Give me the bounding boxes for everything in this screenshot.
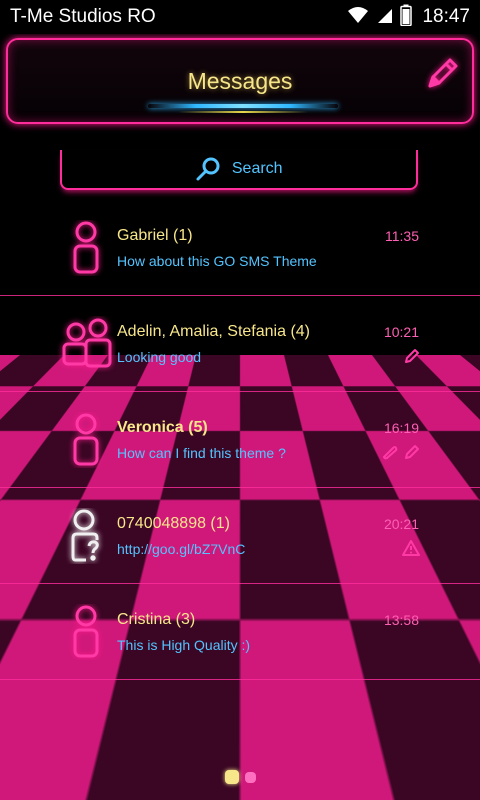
- status-bar-title: T-Me Studios RO: [10, 6, 156, 27]
- page-dot-active[interactable]: [224, 770, 239, 784]
- search-icon: [195, 156, 221, 182]
- conversation-row-group[interactable]: Adelin, Amalia, Stefania (4) Looking goo…: [0, 296, 480, 392]
- message-snippet: This is High Quality :): [117, 637, 251, 653]
- single-person-icon: [56, 604, 116, 660]
- battery-icon: [400, 4, 413, 31]
- contact-name: Veronica (5): [117, 419, 208, 436]
- page-dot-inactive[interactable]: [244, 772, 256, 783]
- header-panel: Messages: [6, 38, 474, 124]
- message-snippet: How about this GO SMS Theme: [117, 253, 317, 269]
- title-underline: [148, 104, 338, 108]
- messages-screen: T-Me Studios RO 18:47 Messages Search Ga…: [0, 0, 480, 800]
- message-time: 13:58: [383, 612, 419, 628]
- wifi-icon: [346, 5, 370, 30]
- group-people-icon: [56, 316, 116, 372]
- draft-pencil-icon: [404, 348, 420, 364]
- message-time: 11:35: [385, 228, 419, 244]
- message-time: 16:19: [383, 420, 419, 436]
- conversation-row-veronica[interactable]: Veronica (5) How can I find this theme ?…: [0, 392, 480, 488]
- page-indicator: [0, 770, 480, 784]
- search-bar[interactable]: Search: [60, 150, 418, 190]
- message-snippet: http://goo.gl/bZ7VnC: [117, 541, 246, 557]
- search-label: Search: [231, 160, 283, 177]
- compose-button[interactable]: [422, 54, 462, 94]
- signal-icon: [376, 5, 394, 30]
- draft-pencil-icon: [404, 444, 420, 460]
- conversation-row-gabriel[interactable]: Gabriel (1) How about this GO SMS Theme …: [0, 200, 480, 296]
- title-underline-accent: [178, 111, 308, 113]
- message-time: 10:21: [383, 324, 419, 340]
- contact-name: Gabriel (1): [117, 227, 193, 244]
- warning-icon: [402, 540, 420, 556]
- message-time: 20:21: [383, 516, 419, 532]
- pencil-icon: [422, 58, 462, 98]
- conversation-row-cristina[interactable]: Cristina (3) This is High Quality :) 13:…: [0, 584, 480, 680]
- conversation-list: Gabriel (1) How about this GO SMS Theme …: [0, 200, 480, 680]
- contact-name: Cristina (3): [117, 611, 196, 628]
- status-bar: T-Me Studios RO 18:47: [0, 0, 480, 34]
- contact-name: Adelin, Amalia, Stefania (4): [117, 323, 310, 340]
- unknown-contact-icon: [56, 508, 116, 564]
- conversation-row-unknown-number[interactable]: 0740048898 (1) http://goo.gl/bZ7VnC 20:2…: [0, 488, 480, 584]
- attachment-icon: [380, 444, 398, 460]
- contact-name: 0740048898 (1): [117, 515, 230, 532]
- single-person-icon: [56, 220, 116, 276]
- message-snippet: How can I find this theme ?: [117, 445, 286, 461]
- single-person-icon: [56, 412, 116, 468]
- page-title: Messages: [187, 68, 293, 94]
- status-bar-clock: 18:47: [422, 6, 470, 27]
- message-snippet: Looking good: [117, 349, 202, 365]
